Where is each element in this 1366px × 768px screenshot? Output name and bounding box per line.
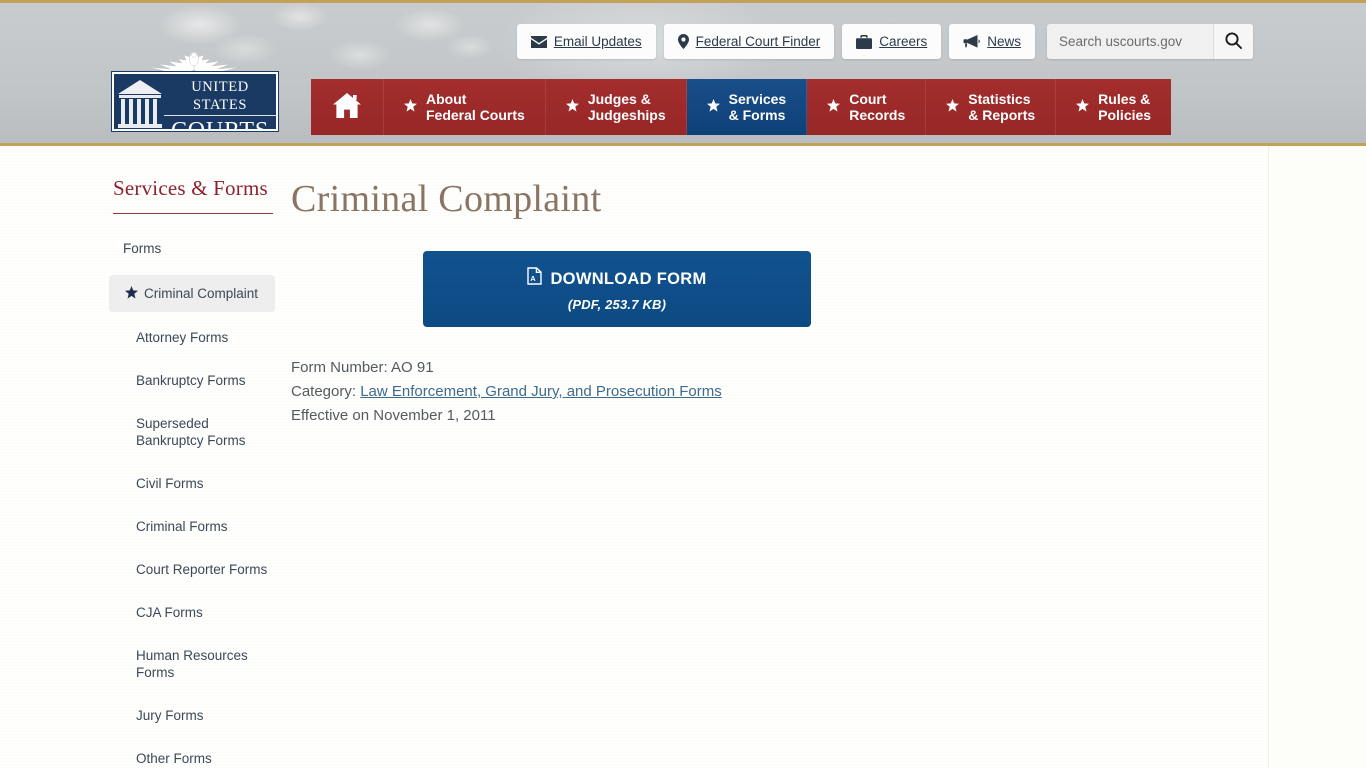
star-icon bbox=[565, 99, 579, 115]
star-icon bbox=[946, 99, 960, 115]
nav-item-services-forms[interactable]: Services & Forms bbox=[686, 79, 808, 135]
nav-item-label: Statistics & Reports bbox=[968, 91, 1035, 123]
nav-label-line2: & Forms bbox=[728, 107, 786, 123]
download-form-label: DOWNLOAD FORM bbox=[550, 269, 707, 288]
sidebar-item-superseded-bankruptcy-forms[interactable]: Superseded Bankruptcy Forms bbox=[113, 410, 275, 454]
news-button[interactable]: News bbox=[949, 24, 1035, 59]
star-icon bbox=[706, 99, 720, 115]
courthouse-columns-icon bbox=[118, 78, 162, 129]
category-link[interactable]: Law Enforcement, Grand Jury, and Prosecu… bbox=[360, 383, 722, 400]
utility-bar: Email Updates Federal Court Finder Caree… bbox=[516, 24, 1253, 59]
nav-label-line2: Judgeships bbox=[587, 107, 666, 123]
form-number-label: Form Number: bbox=[291, 359, 388, 376]
sidebar: Services & Forms Forms Criminal Complain… bbox=[109, 176, 275, 768]
nav-label-line2: Records bbox=[849, 107, 906, 123]
category-row: Category: Law Enforcement, Grand Jury, a… bbox=[291, 380, 1191, 404]
site-search bbox=[1047, 24, 1253, 59]
site-header: UNITED STATES COURTS Email Updates Feder… bbox=[0, 0, 1366, 146]
sidebar-item-attorney-forms[interactable]: Attorney Forms bbox=[113, 324, 275, 351]
sidebar-nav-list: Forms Criminal Complaint Attorney Forms … bbox=[109, 235, 275, 768]
nav-item-label: Rules & Policies bbox=[1098, 91, 1151, 123]
envelope-icon bbox=[530, 35, 547, 48]
form-metadata: Form Number: AO 91 Category: Law Enforce… bbox=[291, 356, 1191, 428]
search-input[interactable] bbox=[1047, 24, 1213, 59]
news-label: News bbox=[987, 34, 1021, 49]
home-icon bbox=[333, 93, 361, 121]
search-submit-button[interactable] bbox=[1213, 24, 1253, 59]
nav-item-label: About Federal Courts bbox=[426, 91, 525, 123]
download-form-button[interactable]: A DOWNLOAD FORM (PDF, 253.7 KB) bbox=[423, 251, 811, 327]
nav-item-statistics-reports[interactable]: Statistics & Reports bbox=[926, 79, 1057, 135]
logo-line-2: COURTS bbox=[170, 118, 270, 131]
sidebar-item-criminal-complaint[interactable]: Criminal Complaint bbox=[109, 275, 275, 312]
sidebar-title: Services & Forms bbox=[113, 176, 273, 214]
star-icon bbox=[1076, 99, 1090, 115]
sidebar-item-label: Criminal Complaint bbox=[144, 286, 259, 301]
sidebar-item-human-resources-forms[interactable]: Human Resources Forms bbox=[113, 642, 275, 686]
federal-court-finder-label: Federal Court Finder bbox=[695, 34, 821, 49]
nav-label-line2: & Reports bbox=[968, 107, 1036, 123]
form-number-value: AO 91 bbox=[391, 359, 434, 376]
megaphone-icon bbox=[963, 35, 981, 48]
download-form-meta: (PDF, 253.7 KB) bbox=[567, 297, 667, 312]
nav-item-home[interactable] bbox=[311, 79, 384, 135]
nav-item-about-federal-courts[interactable]: About Federal Courts bbox=[384, 79, 546, 135]
careers-button[interactable]: Careers bbox=[842, 24, 942, 59]
effective-date-row: Effective on November 1, 2011 bbox=[291, 407, 496, 424]
sidebar-item-civil-forms[interactable]: Civil Forms bbox=[113, 470, 275, 497]
pdf-file-icon: A bbox=[527, 267, 543, 290]
nav-label-line1: Services bbox=[728, 91, 787, 107]
federal-court-finder-button[interactable]: Federal Court Finder bbox=[663, 24, 835, 59]
map-pin-icon bbox=[677, 34, 689, 49]
sidebar-item-bankruptcy-forms[interactable]: Bankruptcy Forms bbox=[113, 367, 275, 394]
category-label: Category: bbox=[291, 383, 357, 400]
search-icon bbox=[1225, 31, 1242, 52]
star-icon bbox=[827, 99, 841, 115]
site-logo[interactable]: UNITED STATES COURTS bbox=[112, 51, 278, 131]
nav-label-line1: About bbox=[426, 91, 467, 107]
logo-line-1: UNITED STATES bbox=[164, 78, 276, 116]
form-number-row: Form Number: AO 91 bbox=[291, 356, 1191, 380]
download-primary-row: A DOWNLOAD FORM bbox=[433, 267, 801, 290]
content-right-gutter bbox=[1270, 146, 1366, 768]
briefcase-icon bbox=[856, 34, 873, 49]
nav-item-label: Services & Forms bbox=[729, 91, 787, 123]
sidebar-item-other-forms[interactable]: Other Forms bbox=[113, 745, 275, 768]
email-updates-label: Email Updates bbox=[553, 34, 642, 49]
sidebar-item-court-reporter-forms[interactable]: Court Reporter Forms bbox=[113, 556, 275, 583]
sidebar-item-forms[interactable]: Forms bbox=[113, 235, 275, 262]
svg-text:A: A bbox=[531, 274, 537, 283]
nav-item-label: Judges & Judgeships bbox=[588, 91, 666, 123]
nav-item-rules-policies[interactable]: Rules & Policies bbox=[1056, 79, 1171, 135]
logo-plate: UNITED STATES COURTS bbox=[112, 72, 278, 131]
nav-label-line1: Judges & bbox=[587, 91, 651, 107]
star-icon bbox=[404, 99, 417, 115]
sidebar-item-criminal-forms[interactable]: Criminal Forms bbox=[113, 513, 275, 540]
nav-item-court-records[interactable]: Court Records bbox=[807, 79, 927, 135]
content-area: Services & Forms Forms Criminal Complain… bbox=[0, 146, 1366, 768]
logo-wordmark: UNITED STATES COURTS bbox=[164, 78, 276, 131]
nav-label-line1: Rules & bbox=[1098, 91, 1151, 107]
email-updates-button[interactable]: Email Updates bbox=[516, 24, 656, 59]
sidebar-item-jury-forms[interactable]: Jury Forms bbox=[113, 702, 275, 729]
nav-label-line1: Court bbox=[849, 91, 887, 107]
nav-item-label: Court Records bbox=[849, 91, 905, 123]
page-title: Criminal Complaint bbox=[291, 178, 602, 220]
nav-label-line2: Policies bbox=[1098, 107, 1152, 123]
main-content: Criminal Complaint A DOWNLOAD FORM (PDF,… bbox=[291, 176, 1191, 428]
nav-item-judges-judgeships[interactable]: Judges & Judgeships bbox=[546, 79, 687, 135]
nav-label-line2: Federal Courts bbox=[426, 107, 525, 123]
star-icon bbox=[125, 286, 138, 303]
careers-label: Careers bbox=[879, 34, 928, 49]
sidebar-item-cja-forms[interactable]: CJA Forms bbox=[113, 599, 275, 626]
nav-label-line1: Statistics bbox=[968, 91, 1031, 107]
main-navigation: About Federal Courts Judges & Judgeships… bbox=[311, 79, 1172, 135]
